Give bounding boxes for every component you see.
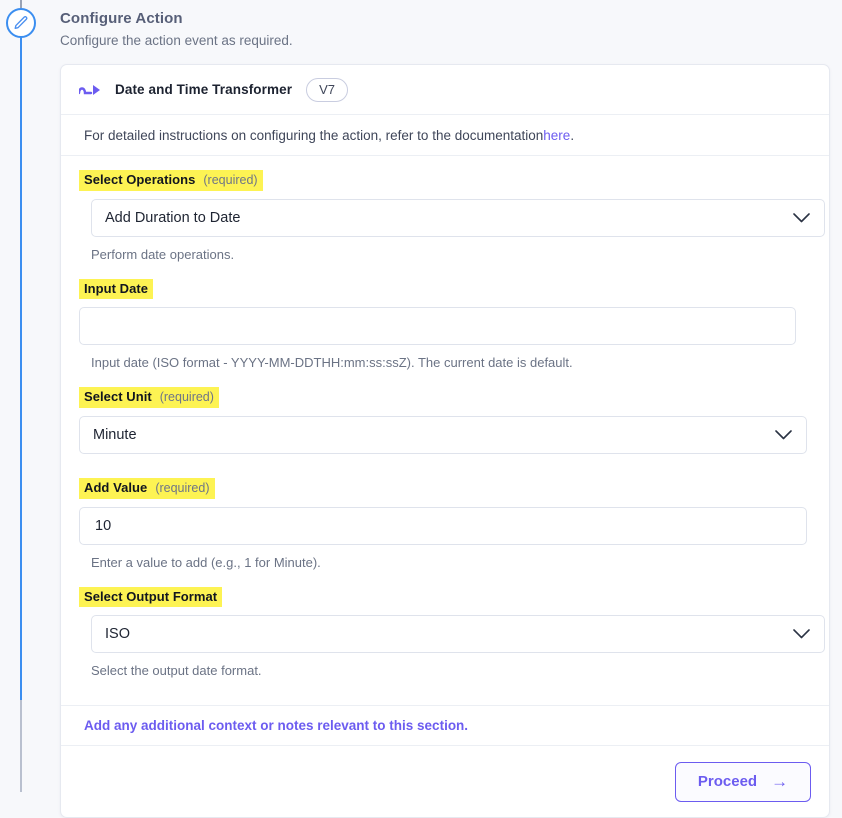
- select-operations-help: Perform date operations.: [91, 247, 235, 262]
- field-label-row: Select Output Format: [79, 587, 811, 607]
- timeline-step-node[interactable]: [6, 8, 36, 38]
- pencil-icon: [13, 15, 29, 31]
- card-title: Date and Time Transformer: [115, 82, 293, 97]
- select-unit-dropdown[interactable]: Minute: [79, 416, 807, 454]
- chevron-down-icon: [775, 430, 792, 440]
- action-form: Select Operations (required) Add Duratio…: [61, 156, 829, 706]
- field-label-row: Select Unit (required): [79, 387, 811, 408]
- field-required-tag: (required): [203, 173, 258, 187]
- arrow-right-icon: →: [771, 772, 789, 791]
- field-label-highlight: Add Value (required): [79, 478, 215, 499]
- field-label-highlight: Input Date: [79, 279, 154, 299]
- field-select-output-format: Select Output Format ISO Select the outp…: [79, 587, 825, 679]
- select-output-format-dropdown[interactable]: ISO: [91, 615, 825, 653]
- field-label-highlight: Select Output Format: [79, 587, 223, 607]
- chevron-down-icon: [793, 629, 810, 639]
- input-date-field[interactable]: [93, 317, 782, 335]
- proceed-button-label: Proceed: [697, 773, 758, 790]
- field-label-row: Input Date: [79, 279, 811, 299]
- chevron-down-icon: [793, 213, 810, 223]
- page-subtitle: Configure the action event as required.: [60, 33, 293, 48]
- timeline-rail: [0, 0, 42, 792]
- field-label-text: Add Value: [84, 480, 148, 495]
- add-value-field-wrap[interactable]: [79, 507, 807, 545]
- page-title: Configure Action: [60, 10, 183, 27]
- field-select-operations: Select Operations (required) Add Duratio…: [79, 170, 825, 263]
- field-add-value: Add Value (required) Enter a value to ad…: [79, 478, 811, 571]
- input-date-help: Input date (ISO format - YYYY-MM-DDTHH:m…: [91, 355, 573, 370]
- select-output-format-value: ISO: [105, 626, 130, 642]
- field-label-text: Select Unit: [84, 389, 152, 404]
- field-label-text: Select Operations: [84, 172, 196, 187]
- select-operations-dropdown[interactable]: Add Duration to Date: [91, 199, 825, 237]
- select-operations-value: Add Duration to Date: [105, 210, 241, 226]
- select-unit-value: Minute: [93, 427, 137, 443]
- transformer-arrow-icon: [79, 79, 101, 101]
- select-unit-spacer: [79, 454, 811, 474]
- timeline-connector-inactive: [20, 700, 22, 792]
- card-header: Date and Time Transformer V7: [61, 65, 829, 115]
- documentation-note-period: .: [570, 127, 575, 143]
- timeline-connector-active: [20, 34, 22, 734]
- field-label-row: Select Operations (required): [79, 170, 811, 191]
- field-required-tag: (required): [159, 390, 214, 404]
- field-label-row: Add Value (required): [79, 478, 811, 499]
- field-label-text: Input Date: [84, 281, 149, 296]
- version-badge: V7: [306, 77, 349, 102]
- documentation-link[interactable]: here: [543, 128, 570, 143]
- field-select-unit: Select Unit (required) Minute: [79, 387, 811, 474]
- field-label-highlight: Select Unit (required): [79, 387, 219, 408]
- page-header: Configure Action Configure the action ev…: [60, 9, 760, 51]
- select-output-format-help: Select the output date format.: [91, 663, 262, 678]
- field-label-text: Select Output Format: [84, 589, 218, 604]
- input-date-field-wrap[interactable]: [79, 307, 796, 345]
- proceed-button[interactable]: Proceed →: [675, 761, 811, 802]
- field-required-tag: (required): [155, 481, 210, 495]
- documentation-note: For detailed instructions on configuring…: [61, 115, 829, 156]
- add-notes-link[interactable]: Add any additional context or notes rele…: [84, 718, 468, 733]
- card-footer: Proceed →: [61, 746, 829, 817]
- additional-notes-row: Add any additional context or notes rele…: [61, 706, 829, 746]
- documentation-note-text: For detailed instructions on configuring…: [84, 127, 544, 143]
- timeline-connector-top: [20, 0, 22, 8]
- field-input-date: Input Date Input date (ISO format - YYYY…: [79, 279, 811, 371]
- field-label-highlight: Select Operations (required): [79, 170, 263, 191]
- configure-action-card: Date and Time Transformer V7 For detaile…: [60, 64, 830, 818]
- add-value-field[interactable]: [93, 517, 793, 535]
- add-value-help: Enter a value to add (e.g., 1 for Minute…: [91, 555, 321, 570]
